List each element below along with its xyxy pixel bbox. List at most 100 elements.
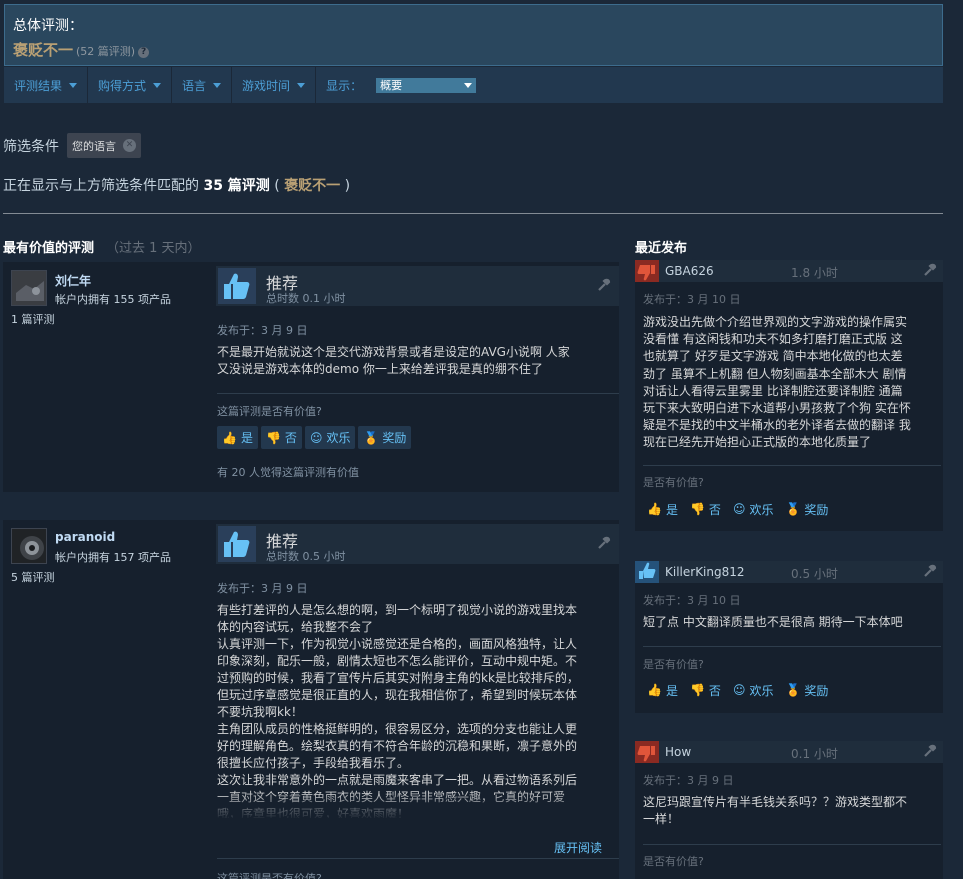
vote-funny-label: 欢乐 <box>749 502 774 517</box>
filter-playtime-label: 游戏时间 <box>242 78 291 93</box>
award-button[interactable]: 🏅 奖励 <box>358 426 412 449</box>
summary-count: (52 篇评测) <box>76 45 136 58</box>
showing-rating: 褒贬不一 <box>284 178 341 194</box>
recent-playtime: 0.5 小时 <box>791 567 838 581</box>
author-review-count[interactable]: 1 篇评测 <box>11 311 55 327</box>
most-helpful-title-text: 最有价值的评测 <box>3 241 95 256</box>
award-button[interactable]: 🏅 奖励 <box>781 498 832 520</box>
award-label: 奖励 <box>804 502 829 517</box>
thumbs-up-icon: 👍 <box>222 430 237 445</box>
vote-no-label: 否 <box>708 502 721 517</box>
thumbs-down-icon <box>635 260 659 282</box>
recent-review-header[interactable]: How 0.1 小时 <box>635 741 943 763</box>
thumbs-up-icon: 👍 <box>647 683 662 697</box>
vote-yes-label: 是 <box>240 431 253 445</box>
thumbs-up-icon <box>218 526 256 562</box>
award-label: 奖励 <box>382 431 407 445</box>
review-summary: 总体评测： 褒贬不一 (52 篇评测)? <box>4 4 943 66</box>
close-icon[interactable]: ✕ <box>123 139 136 152</box>
review-header[interactable]: 推荐 总时数 0.5 小时 <box>216 524 619 564</box>
vote-no-button[interactable]: 👎 否 <box>260 426 302 449</box>
recent-review-card: How 0.1 小时 发布于：3 月 9 日 这尼玛跟宣传片有半毛钱关系吗？？游… <box>635 741 943 879</box>
vote-funny-label: 欢乐 <box>326 431 351 445</box>
thumbs-down-icon <box>635 741 659 763</box>
summary-label: 总体评测： <box>13 18 83 34</box>
vote-yes-button[interactable]: 👍 是 <box>643 679 682 701</box>
review-separator <box>643 465 941 466</box>
review-separator <box>643 646 941 647</box>
avatar[interactable] <box>11 270 47 306</box>
thumbs-up-icon: 👍 <box>647 502 662 516</box>
display-select-value: 概要 <box>380 79 403 92</box>
recent-review-card: GBA626 1.8 小时 发布于：3 月 10 日 游戏没出先做个介绍世界观的… <box>635 260 943 531</box>
review-author: paranoid 帐户内拥有 157 项产品 5 篇评测 <box>11 528 171 584</box>
thumbs-down-icon: 👎 <box>689 502 705 516</box>
recent-playtime: 1.8 小时 <box>791 266 838 280</box>
chevron-down-icon <box>297 82 306 88</box>
posted-date: 发布于：3 月 9 日 <box>217 582 308 595</box>
show-label: 显示： <box>326 78 363 93</box>
recent-author-name[interactable]: KillerKing812 <box>665 565 745 579</box>
vote-no-button[interactable]: 👎 否 <box>686 498 725 520</box>
vote-funny-button[interactable]: ☺ 欢乐 <box>729 679 778 701</box>
award-button[interactable]: 🏅 奖励 <box>781 679 832 701</box>
filters-label: 筛选条件 <box>3 138 59 155</box>
showing-count: 35 篇评测 <box>203 178 270 194</box>
posted-date: 发布于：3 月 9 日 <box>217 324 308 337</box>
award-icon: 🏅 <box>785 683 801 697</box>
recent-title: 最近发布 <box>635 241 688 256</box>
thumbs-up-icon <box>218 268 256 304</box>
vote-no-label: 否 <box>284 431 297 445</box>
review-card: 刘仁年 帐户内拥有 155 项产品 1 篇评测 推荐 总时数 0.1 小时 发布… <box>3 262 619 492</box>
read-more-link[interactable]: 展开阅读 <box>554 839 602 856</box>
filter-playtime[interactable]: 游戏时间 <box>232 67 317 103</box>
display-select[interactable]: 概要 <box>376 77 477 93</box>
smiley-icon: ☺ <box>309 430 323 445</box>
most-helpful-period: （过去 1 天内） <box>106 241 201 256</box>
chevron-down-icon <box>213 82 222 88</box>
vote-funny-button[interactable]: ☺ 欢乐 <box>729 498 778 520</box>
showing-paren-open: ( <box>274 178 280 194</box>
recent-review-header[interactable]: GBA626 1.8 小时 <box>635 260 943 282</box>
review-separator <box>217 393 619 394</box>
vote-no-button[interactable]: 👎 否 <box>686 679 725 701</box>
filter-review-type-label: 评测结果 <box>14 78 63 93</box>
summary-rating[interactable]: 褒贬不一 <box>13 41 73 59</box>
most-helpful-title: 最有价值的评测 （过去 1 天内） <box>3 237 201 256</box>
review-author: 刘仁年 帐户内拥有 155 项产品 1 篇评测 <box>11 270 171 326</box>
wrench-icon <box>924 744 937 757</box>
vote-funny-button[interactable]: ☺ 欢乐 <box>304 426 356 449</box>
author-name[interactable]: paranoid <box>55 530 115 544</box>
helpful-question: 这篇评测是否有价值? <box>217 872 322 879</box>
review-separator <box>217 858 619 859</box>
avatar-image <box>12 271 46 305</box>
helpful-question: 是否有价值? <box>643 658 704 671</box>
section-divider <box>3 213 943 214</box>
helpful-question: 是否有价值? <box>643 855 704 868</box>
filter-chip-language[interactable]: 您的语言 ✕ <box>67 133 141 158</box>
vote-yes-button[interactable]: 👍 是 <box>217 426 258 449</box>
recent-review-text: 短了点 中文翻译质量也不是很高 期待一下本体吧 <box>643 615 903 629</box>
help-icon[interactable]: ? <box>138 47 150 58</box>
filter-purchase-type[interactable]: 购得方式 <box>88 67 173 103</box>
recent-author-name[interactable]: GBA626 <box>665 264 714 278</box>
vote-no-label: 否 <box>708 683 721 698</box>
smiley-icon: ☺ <box>732 683 746 697</box>
author-name[interactable]: 刘仁年 <box>55 272 91 289</box>
showing-prefix: 正在显示与上方筛选条件匹配的 <box>3 178 199 194</box>
filter-review-type[interactable]: 评测结果 <box>4 67 89 103</box>
author-review-count[interactable]: 5 篇评测 <box>11 569 55 585</box>
avatar-image <box>12 529 46 563</box>
vote-yes-button[interactable]: 👍 是 <box>643 498 682 520</box>
review-header[interactable]: 推荐 总时数 0.1 小时 <box>216 266 619 306</box>
review-card: paranoid 帐户内拥有 157 项产品 5 篇评测 推荐 总时数 0.5 … <box>3 520 619 879</box>
wrench-icon <box>924 263 937 276</box>
avatar[interactable] <box>11 528 47 564</box>
review-filter-bar: 评测结果 购得方式 语言 游戏时间 显示： 概要 <box>4 67 943 103</box>
playtime: 总时数 0.5 小时 <box>266 550 346 563</box>
helpful-count: 有 20 人觉得这篇评测有价值 <box>217 466 359 479</box>
recent-review-header[interactable]: KillerKing812 0.5 小时 <box>635 561 943 583</box>
chevron-down-icon <box>464 82 473 88</box>
filter-language[interactable]: 语言 <box>172 67 233 103</box>
recent-author-name[interactable]: How <box>665 745 691 759</box>
